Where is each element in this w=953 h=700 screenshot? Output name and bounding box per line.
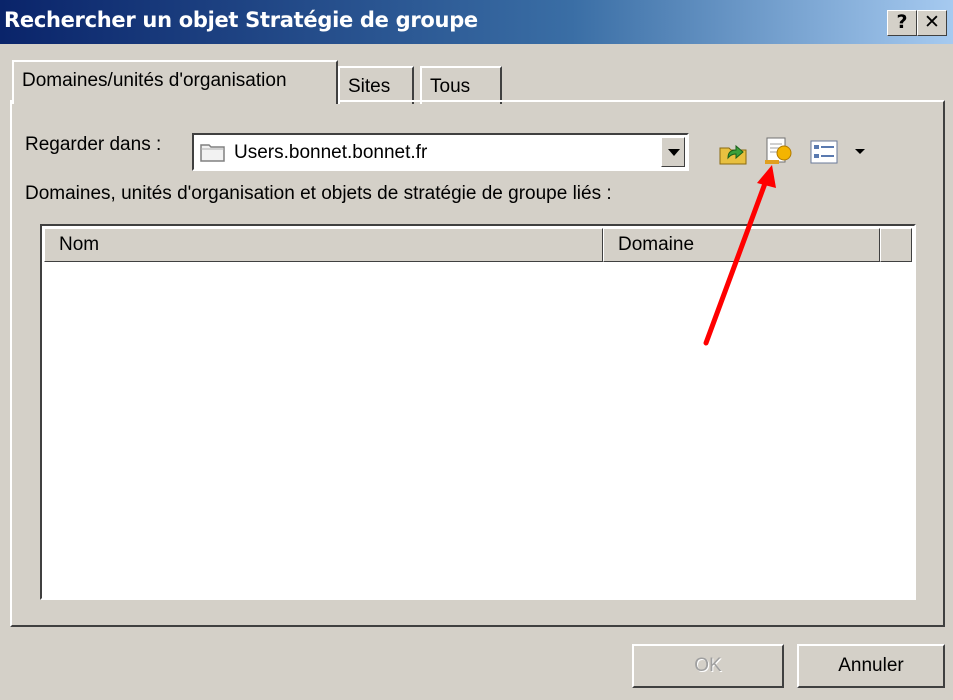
up-folder-icon[interactable] [718, 138, 748, 166]
view-menu-icon[interactable] [810, 140, 840, 164]
column-header-nom[interactable]: Nom [44, 228, 603, 262]
folder-icon [200, 144, 225, 162]
column-header-domaine-label: Domaine [618, 234, 695, 255]
title-bar: Rechercher un objet Stratégie de groupe … [0, 0, 953, 44]
gpo-list[interactable]: Nom Domaine [40, 224, 916, 600]
column-header-filler [880, 228, 912, 262]
window-title: Rechercher un objet Stratégie de groupe [4, 8, 478, 32]
look-in-value: Users.bonnet.bonnet.fr [234, 142, 428, 163]
look-in-combobox[interactable]: Users.bonnet.bonnet.fr [192, 133, 689, 171]
tab-domaines[interactable]: Domaines/unités d'organisation [12, 60, 338, 104]
tab-sites[interactable]: Sites [338, 66, 414, 104]
chevron-down-icon[interactable] [853, 146, 867, 156]
column-header-domaine[interactable]: Domaine [603, 228, 880, 262]
look-in-label: Regarder dans : [25, 134, 162, 155]
help-button[interactable]: ? [887, 10, 917, 36]
cancel-button[interactable]: Annuler [797, 644, 945, 688]
column-header-nom-label: Nom [59, 234, 100, 255]
ok-button[interactable]: OK [632, 644, 784, 688]
tab-domaines-label: Domaines/unités d'organisation [22, 70, 287, 91]
new-gpo-icon[interactable] [762, 135, 796, 167]
tab-tous[interactable]: Tous [420, 66, 502, 104]
combo-dropdown-button[interactable] [661, 137, 685, 167]
tab-sites-label: Sites [348, 76, 391, 97]
list-label: Domaines, unités d'organisation et objet… [25, 183, 612, 204]
tab-tous-label: Tous [430, 76, 471, 97]
close-button[interactable]: ✕ [917, 10, 947, 36]
